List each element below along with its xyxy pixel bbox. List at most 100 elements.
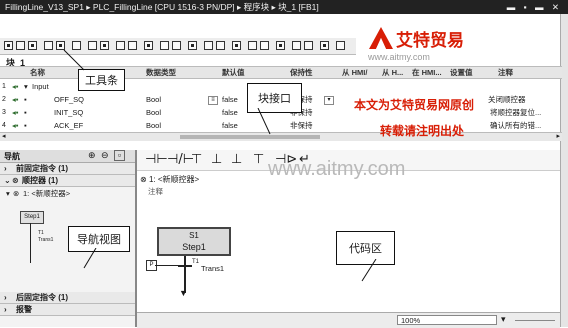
zoom-select[interactable]: 100% [397, 315, 497, 325]
branch-open-icon[interactable]: ⊥ [211, 153, 222, 166]
toolbar-button[interactable] [204, 41, 213, 50]
sequencer-icon: ⊗ [12, 176, 19, 185]
transition-name: Trans1 [201, 264, 225, 273]
toolbar-button[interactable] [292, 41, 301, 50]
row-name[interactable]: OFF_SQ [54, 94, 84, 105]
zoom-slider[interactable] [515, 320, 555, 321]
watermark-url: www.aitmy.com [368, 52, 430, 62]
step-box[interactable]: S1 Step1 [157, 227, 231, 256]
col-header-hmi-write[interactable]: 从 H... [382, 67, 403, 78]
toolbar-button[interactable] [28, 41, 37, 50]
toolbar-button[interactable] [144, 41, 153, 50]
comment-label[interactable]: 注释 [148, 186, 163, 197]
sequencer-icon: ⊗ [140, 175, 147, 184]
input-param-icon: ◂▪ [12, 108, 19, 117]
col-header-name[interactable]: 名称 [30, 67, 45, 78]
col-header-default[interactable]: 默认值 [222, 67, 245, 78]
nav-section-label: 后固定指令 (1) [16, 293, 68, 302]
row-default[interactable]: false [222, 94, 238, 105]
zoom-in-icon[interactable]: ⊕ [88, 150, 96, 161]
toolbar-button[interactable] [100, 41, 109, 50]
nav-sequence-item[interactable]: ▾ ⊗ 1: <新顺控器> [6, 188, 134, 199]
callout-toolbar: 工具条 [78, 69, 125, 91]
col-header-hmi-access[interactable]: 从 HMI/ [342, 67, 367, 78]
row-comment[interactable]: 确认所有的错... [490, 120, 541, 131]
toolbar-button[interactable] [216, 41, 225, 50]
toolbar-button[interactable] [16, 41, 25, 50]
nav-section-post-instructions[interactable]: › 后固定指令 (1) [0, 292, 135, 304]
row-comment[interactable]: 关闭顺控器 [488, 94, 526, 105]
col-header-type[interactable]: 数据类型 [146, 67, 176, 78]
col-header-retain[interactable]: 保持性 [290, 67, 313, 78]
type-picker-icon[interactable]: ≡ [208, 96, 218, 105]
toolbar-button[interactable] [336, 41, 345, 50]
scroll-left-icon[interactable]: ◂ [2, 132, 6, 140]
zoom-dropdown-icon[interactable]: ▾ [501, 314, 506, 325]
toolbar-button[interactable] [160, 41, 169, 50]
col-header-comment[interactable]: 注释 [498, 67, 513, 78]
toolbar-button[interactable] [232, 41, 241, 50]
callout-interface-pointer [257, 108, 271, 135]
chevron-down-icon[interactable]: ▾ [6, 188, 10, 199]
row-name[interactable]: INIT_SQ [54, 107, 83, 118]
toolbar-button[interactable] [188, 41, 197, 50]
nav-section-sequencers[interactable]: ⌄ ⊗ 顺控器 (1) [0, 175, 135, 187]
row-default[interactable]: false [222, 107, 238, 118]
toolbar-button[interactable] [116, 41, 125, 50]
toolbar-button[interactable] [320, 41, 329, 50]
watermark-line2: 转载请注明出处 [380, 124, 465, 138]
chevron-down-icon[interactable]: ⌄ [4, 175, 11, 186]
row-default[interactable]: false [222, 120, 238, 131]
right-task-strip[interactable] [560, 14, 568, 327]
nav-section-pre-instructions[interactable]: › 前固定指令 (1) [0, 163, 135, 175]
fit-view-icon[interactable]: ▫ [114, 150, 125, 161]
branch-alt-icon[interactable]: ⊥ [231, 153, 242, 166]
branch-close-icon[interactable]: ⊤ [253, 153, 264, 166]
scroll-right-icon[interactable]: ▸ [556, 132, 560, 140]
toolbar-button[interactable] [304, 41, 313, 50]
row-name[interactable]: ACK_EF [54, 120, 83, 131]
step-jump-icon[interactable]: ⊣/⊢ [167, 153, 194, 166]
toolbar-button[interactable] [172, 41, 181, 50]
title-bar: FillingLine_V13_SP1 ▸ PLC_FillingLine [C… [0, 0, 568, 14]
nav-thumb-step[interactable]: Step1 [20, 211, 44, 224]
toolbar-button[interactable] [260, 41, 269, 50]
expand-icon[interactable]: ▾ [24, 81, 28, 92]
step-number: S1 [189, 231, 199, 240]
transition-icon[interactable]: ⊤ [191, 153, 202, 166]
row-type[interactable]: Bool [146, 120, 161, 131]
row-comment[interactable]: 将顺控器复位... [490, 107, 541, 118]
row-name[interactable]: Input [32, 81, 49, 92]
input-param-icon: ◂▪ [12, 95, 19, 104]
nav-section-label: 顺控器 (1) [22, 176, 58, 185]
toolbar-button[interactable] [128, 41, 137, 50]
toolbar-button[interactable] [248, 41, 257, 50]
interface-horizontal-scrollbar[interactable]: ◂ ▸ [0, 132, 562, 141]
zoom-out-icon[interactable]: ⊖ [101, 150, 109, 161]
col-header-setpoint[interactable]: 设置值 [450, 67, 473, 78]
chevron-right-icon[interactable]: › [4, 292, 7, 303]
window-controls[interactable]: ▬ ▪ ▬ ✕ [507, 0, 562, 14]
toolbar-button[interactable] [276, 41, 285, 50]
interface-row[interactable]: 4 ◂▪ ▪ ACK_EF Bool false 非保持 确认所有的错... [0, 120, 562, 131]
toolbar-button[interactable] [44, 41, 53, 50]
row-type[interactable]: Bool [146, 107, 161, 118]
nav-thumb-link [30, 223, 31, 263]
row-retain[interactable]: 非保持 [290, 120, 313, 131]
chevron-right-icon[interactable]: › [4, 163, 7, 174]
col-header-hmi-visible[interactable]: 在 HMI... [412, 67, 442, 78]
step-insert-icon[interactable]: ⊣⊢ [145, 153, 168, 166]
window-title: FillingLine_V13_SP1 ▸ PLC_FillingLine [C… [5, 2, 319, 12]
transition-bar[interactable] [178, 265, 192, 267]
dropdown-icon[interactable]: ▾ [324, 96, 334, 105]
bullet-icon: ▪ [24, 95, 27, 104]
transition-number: T1 [192, 259, 200, 265]
watermark-brand: 艾特贸易 [396, 31, 464, 50]
toolbar-button[interactable] [4, 41, 13, 50]
input-param-icon: ◂▪ [12, 121, 19, 130]
row-type[interactable]: Bool [146, 94, 161, 105]
editor-toolbar [0, 38, 356, 55]
nav-section-alarms[interactable]: › 报警 [0, 304, 135, 316]
sequence-title-label: 1: <新顺控器> [148, 175, 200, 184]
chevron-right-icon[interactable]: › [4, 304, 7, 315]
